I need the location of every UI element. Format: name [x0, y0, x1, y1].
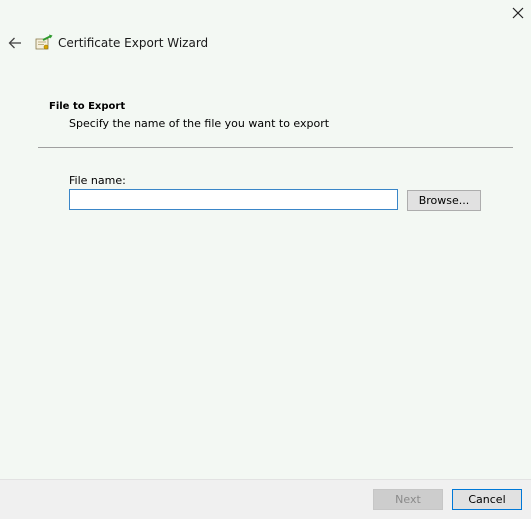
certificate-icon — [35, 34, 53, 50]
window-title: Certificate Export Wizard — [58, 36, 209, 50]
header-divider — [38, 147, 513, 148]
browse-button[interactable]: Browse... — [407, 190, 481, 211]
back-button[interactable] — [5, 33, 25, 53]
section-description: Specify the name of the file you want to… — [69, 117, 330, 130]
back-arrow-icon — [8, 37, 21, 49]
next-button[interactable]: Next — [373, 489, 443, 510]
footer-bar: Next Cancel — [0, 479, 531, 519]
close-button[interactable] — [506, 2, 530, 24]
file-name-input[interactable] — [69, 189, 398, 210]
cancel-button[interactable]: Cancel — [452, 489, 522, 510]
section-heading: File to Export — [49, 101, 126, 112]
close-icon — [512, 7, 524, 19]
file-name-label: File name: — [69, 174, 126, 187]
certificate-export-wizard: Certificate Export Wizard File to Export… — [0, 0, 531, 519]
